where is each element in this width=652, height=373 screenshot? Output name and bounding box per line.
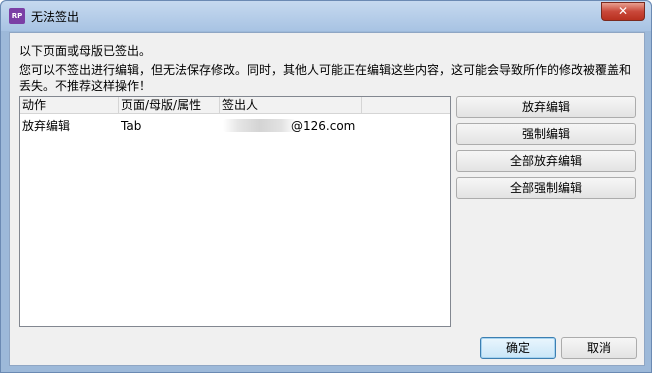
dialog-window: RP 无法签出 ✕ 以下页面或母版已签出。 您可以不签出进行编辑，但无法保存修改…: [0, 0, 652, 373]
cancel-button[interactable]: 取消: [561, 337, 637, 359]
force-edit-button[interactable]: 强制编辑: [456, 123, 636, 145]
message-summary: 以下页面或母版已签出。: [19, 44, 152, 58]
discard-all-edit-button[interactable]: 全部放弃编辑: [456, 150, 636, 172]
close-icon: ✕: [617, 4, 629, 18]
cell-action: 放弃编辑: [22, 119, 71, 133]
dialog-content: 以下页面或母版已签出。 您可以不签出进行编辑，但无法保存修改。同时，其他人可能正…: [9, 32, 645, 366]
column-header-action[interactable]: 动作: [20, 97, 119, 114]
checkout-list[interactable]: 动作 页面/母版/属性 签出人 放弃编辑 Tab @126.com: [19, 96, 451, 327]
redacted-email-mask: [223, 119, 296, 132]
close-button[interactable]: ✕: [601, 2, 645, 21]
window-title: 无法签出: [31, 10, 80, 24]
table-row[interactable]: 放弃编辑 Tab @126.com: [20, 116, 450, 136]
title-bar: RP 无法签出 ✕: [1, 1, 651, 31]
list-header: 动作 页面/母版/属性 签出人: [20, 97, 450, 114]
app-icon: RP: [9, 8, 25, 24]
ok-button[interactable]: 确定: [480, 337, 556, 359]
message-warning: 您可以不签出进行编辑，但无法保存修改。同时，其他人可能正在编辑这些内容，这可能会…: [19, 63, 632, 93]
discard-edit-button[interactable]: 放弃编辑: [456, 96, 636, 118]
cell-owner: @126.com: [291, 119, 356, 133]
column-header-owner[interactable]: 签出人: [220, 97, 362, 114]
force-all-edit-button[interactable]: 全部强制编辑: [456, 177, 636, 199]
cell-page: Tab: [121, 119, 142, 133]
column-header-page[interactable]: 页面/母版/属性: [119, 97, 220, 114]
